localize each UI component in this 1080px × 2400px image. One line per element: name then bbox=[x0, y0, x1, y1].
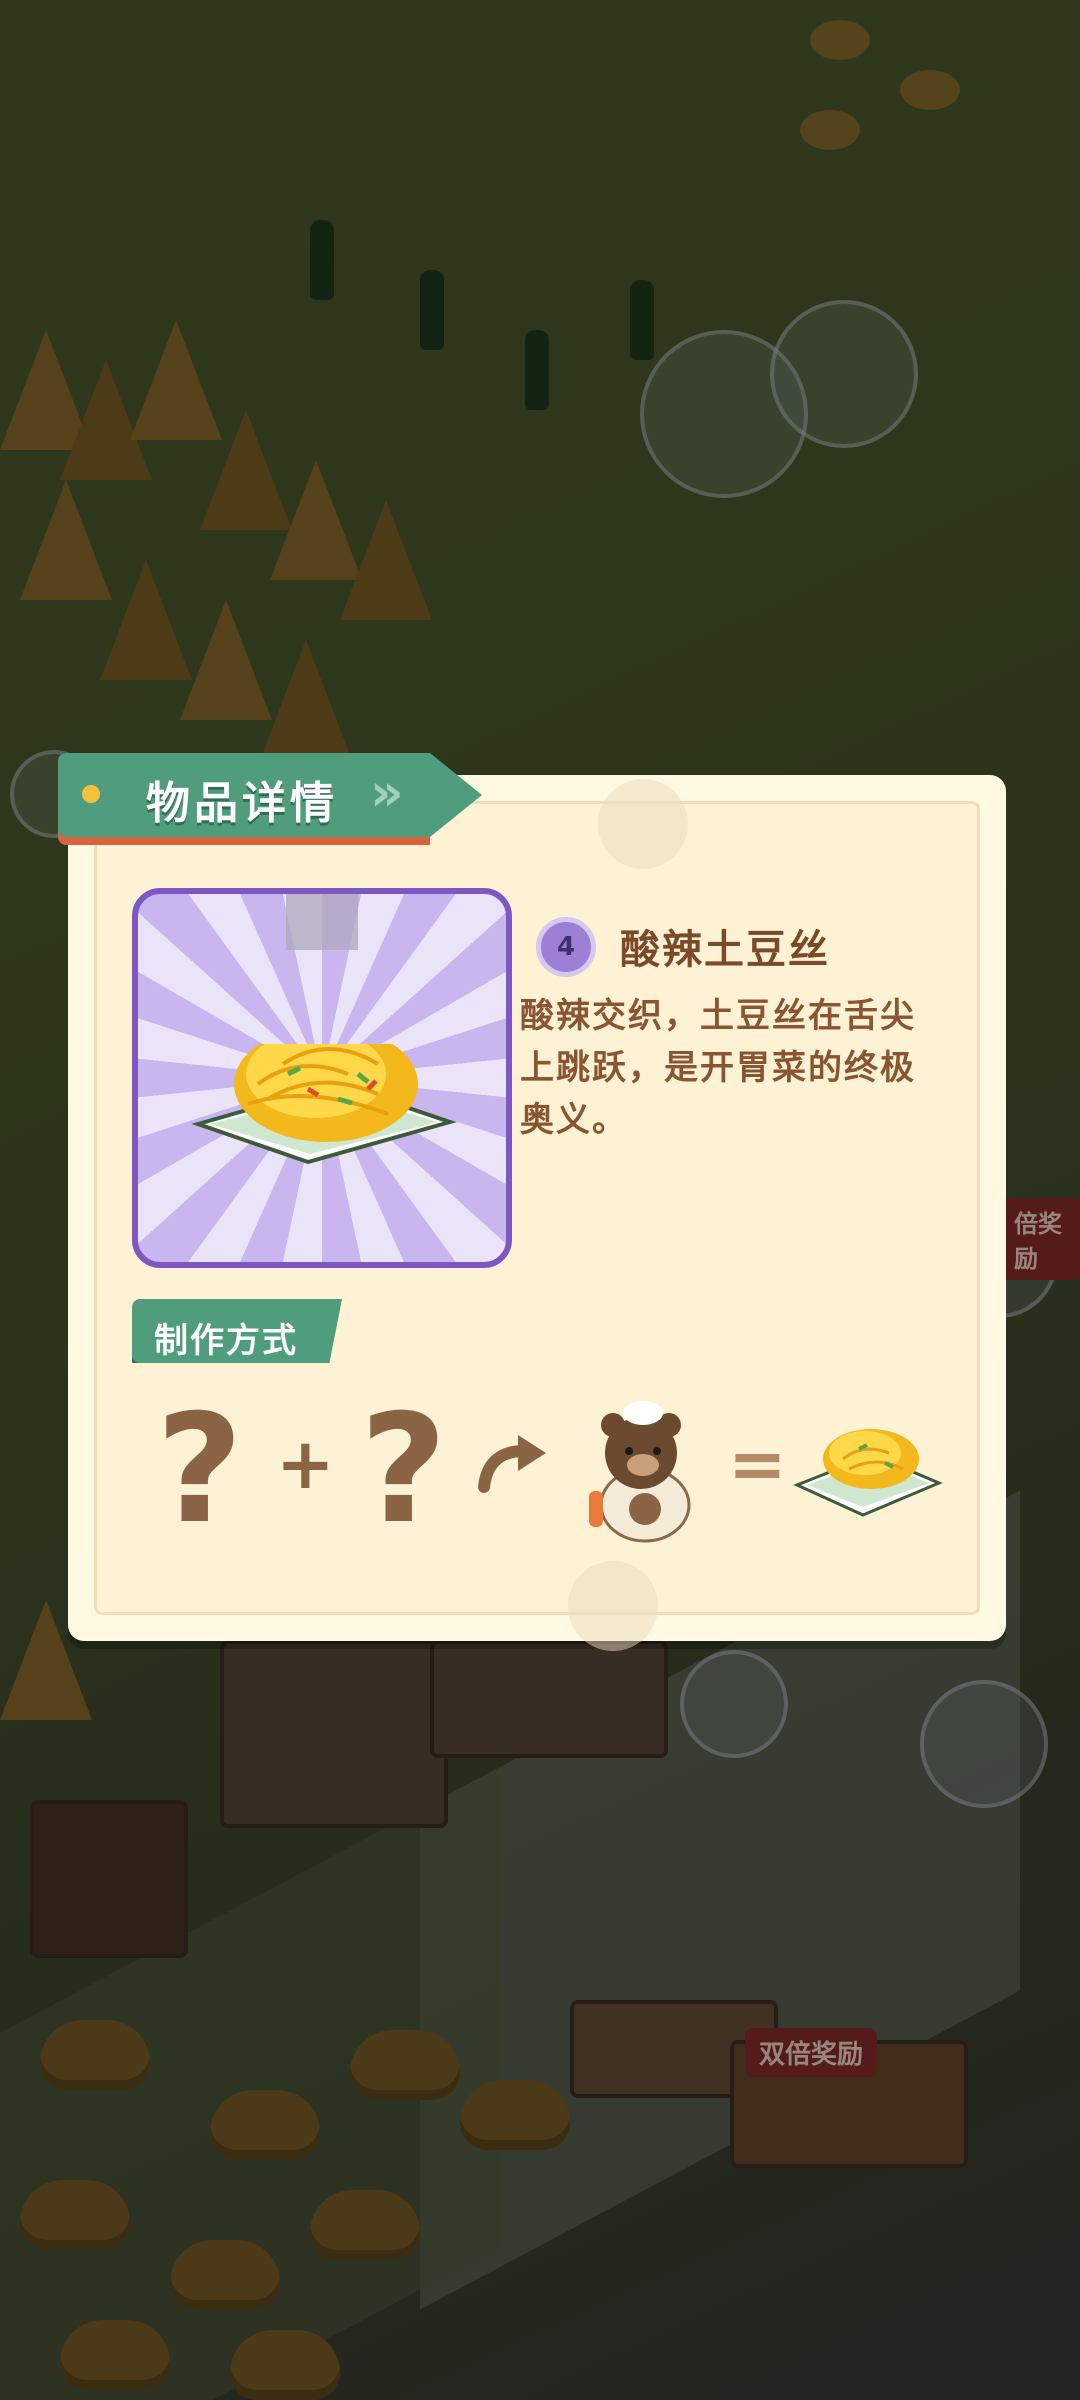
recipe-row: ? + ? = bbox=[68, 1395, 1006, 1545]
unknown-ingredient-1-icon: ? bbox=[156, 1383, 244, 1557]
item-name: 酸辣土豆丝 bbox=[620, 927, 830, 973]
decorative-circle bbox=[598, 779, 688, 869]
chevron-right-icon: » bbox=[370, 763, 404, 823]
curved-arrow-icon bbox=[478, 1435, 546, 1493]
title-ribbon: 物品详情 » bbox=[58, 753, 482, 837]
plus-icon: + bbox=[276, 1423, 335, 1505]
item-level-badge: 4 bbox=[536, 917, 596, 977]
bear-chef-icon bbox=[589, 1401, 691, 1543]
decorative-circle bbox=[568, 1561, 658, 1651]
equals-icon: = bbox=[728, 1423, 787, 1505]
item-image-card bbox=[132, 888, 512, 1268]
crafting-method-tag: 制作方式 bbox=[132, 1299, 342, 1363]
item-description: 酸辣交织，土豆丝在舌尖上跳跃，是开胃菜的终极奥义。 bbox=[520, 996, 916, 1140]
tape-decoration bbox=[286, 894, 358, 950]
shredded-potato-dish-icon bbox=[191, 1044, 457, 1164]
result-dish-icon bbox=[793, 1429, 943, 1517]
unknown-ingredient-2-icon: ? bbox=[360, 1383, 448, 1557]
item-detail-dialog: 物品详情 » 4 酸辣土豆丝 酸辣交织，土豆丝在舌尖上跳跃，是开胃菜的终极奥义。… bbox=[58, 753, 1006, 1651]
dialog-title: 物品详情 bbox=[146, 778, 338, 829]
ribbon-dot-icon bbox=[82, 785, 100, 803]
crafting-method-label: 制作方式 bbox=[154, 1321, 298, 1361]
